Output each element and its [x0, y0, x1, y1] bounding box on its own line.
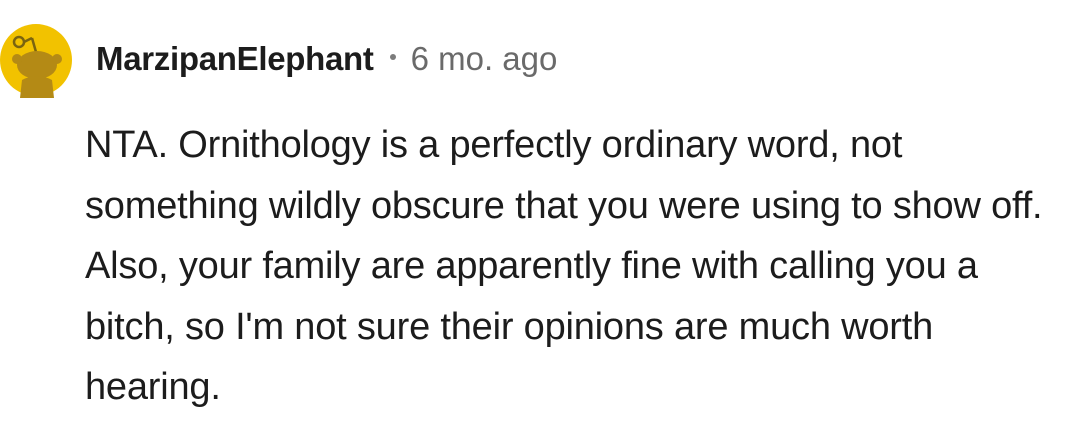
comment-body: NTA. Ornithology is a perfectly ordinary… — [85, 124, 1043, 408]
snoo-avatar-icon — [0, 24, 72, 98]
username-link[interactable]: MarzipanElephant — [96, 39, 374, 79]
comment: MarzipanElephant 6 mo. ago NTA. Ornithol… — [0, 0, 1080, 436]
comment-header: MarzipanElephant 6 mo. ago — [0, 22, 1080, 98]
timestamp: 6 mo. ago — [410, 40, 558, 77]
avatar[interactable] — [0, 22, 72, 98]
comment-meta: MarzipanElephant 6 mo. ago — [96, 39, 557, 79]
separator-dot — [389, 54, 396, 60]
